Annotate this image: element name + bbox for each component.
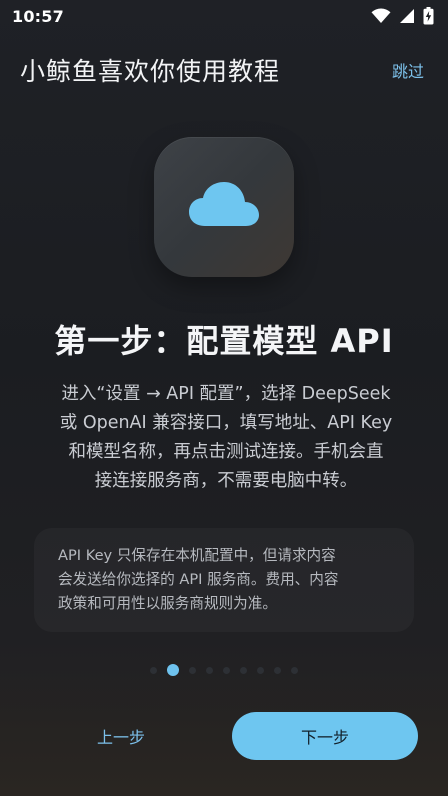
status-icons [371, 7, 434, 25]
step-description: 进入“设置 → API 配置”，选择 DeepSeek 或 OpenAI 兼容接… [36, 380, 416, 496]
cloud-icon [188, 180, 260, 234]
next-step-button[interactable]: 下一步 [232, 712, 418, 760]
description-line: 接连接服务商，不需要电脑中转。 [94, 471, 358, 491]
signal-icon [399, 8, 415, 24]
page-dot [223, 666, 230, 674]
page-dot [240, 666, 247, 674]
page-dot [206, 666, 213, 674]
header: 小鲸鱼喜欢你使用教程 跳过 [0, 50, 448, 90]
hero-icon-tile [154, 137, 294, 277]
step-title: 第一步：配置模型 API [54, 322, 394, 360]
description-line: 进入“设置 → API 配置”，选择 DeepSeek [61, 384, 391, 404]
notice-line: 政策和可用性以服务商规则为准。 [58, 595, 277, 612]
page-dot [257, 666, 264, 674]
page-dot [291, 666, 298, 674]
page-dot [189, 666, 196, 674]
notice-line: API Key 只保存在本机配置中，但请求内容 [58, 547, 336, 564]
page-indicator [0, 663, 448, 677]
description-line: 和模型名称，再点击测试连接。手机会直 [68, 442, 384, 462]
page-dot [150, 666, 157, 674]
prev-step-button[interactable]: 上一步 [56, 712, 186, 760]
page-dot [274, 666, 281, 674]
notice-box: API Key 只保存在本机配置中，但请求内容 会发送给你选择的 API 服务商… [34, 528, 414, 632]
battery-charging-icon [423, 7, 434, 25]
status-bar: 10:57 [0, 0, 448, 32]
skip-button[interactable]: 跳过 [392, 58, 424, 82]
wifi-icon [371, 8, 391, 24]
description-line: 或 OpenAI 兼容接口，填写地址、API Key [59, 413, 393, 433]
status-time: 10:57 [12, 6, 64, 26]
page-dot-active [167, 664, 179, 676]
page-title: 小鲸鱼喜欢你使用教程 [20, 57, 281, 86]
notice-line: 会发送给你选择的 API 服务商。费用、内容 [58, 571, 339, 588]
